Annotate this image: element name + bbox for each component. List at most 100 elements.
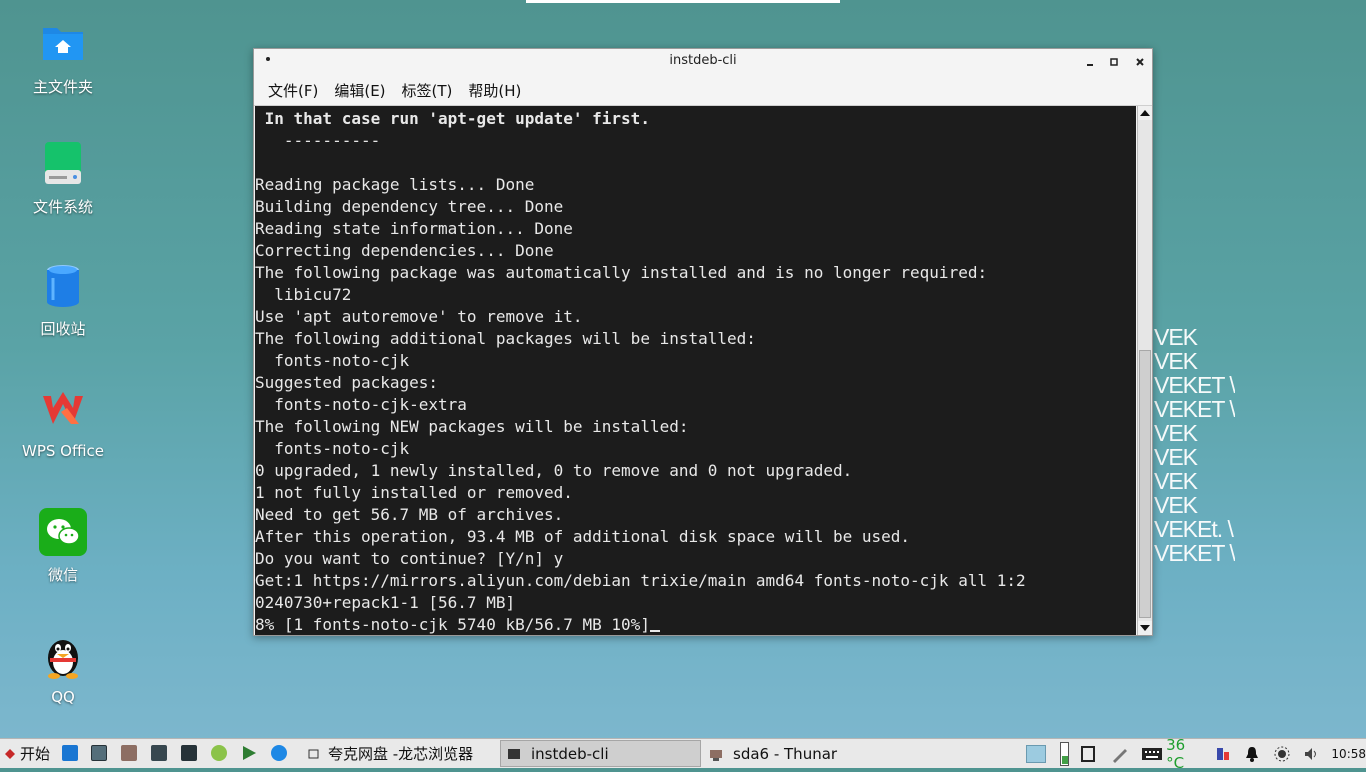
- watermark-line: VEK: [1154, 493, 1198, 517]
- window-icon: [308, 749, 319, 758]
- desktop-icon-label: 回收站: [40, 320, 86, 338]
- terminal-scrollbar[interactable]: [1137, 106, 1152, 635]
- desktop-icon-wechat[interactable]: 微信: [14, 508, 112, 585]
- terminal-line: fonts-noto-cjk: [255, 351, 410, 370]
- web-icon[interactable]: [271, 745, 287, 761]
- file-manager-icon[interactable]: [121, 745, 137, 761]
- terminal-line: Get:1 https://mirrors.aliyun.com/debian …: [255, 571, 1026, 590]
- watermark-line: VEKET \: [1154, 541, 1235, 565]
- terminal-line: Use 'apt autoremove' to remove it.: [255, 307, 583, 326]
- watermark-line: VEK: [1154, 325, 1198, 349]
- terminal-line: Need to get 56.7 MB of archives.: [255, 505, 564, 524]
- temperature-readout[interactable]: 36 °C: [1166, 736, 1207, 772]
- folder-icon: [39, 20, 87, 68]
- terminal-line: fonts-noto-cjk: [255, 439, 410, 458]
- terminal-icon: [508, 748, 520, 759]
- terminal-line: 1 not fully installed or removed.: [255, 483, 573, 502]
- show-desktop-icon[interactable]: [62, 745, 78, 761]
- brightness-icon[interactable]: [1274, 746, 1290, 762]
- task-thunar[interactable]: sda6 - Thunar: [703, 740, 901, 767]
- taskbar: 开始 夸克网盘 -龙芯浏览器 instdeb-cli sda6 - Thunar…: [0, 736, 1366, 772]
- scroll-down-button[interactable]: [1138, 621, 1152, 635]
- window-switcher-icon[interactable]: [91, 745, 107, 761]
- task-label: 夸克网盘 -龙芯浏览器: [328, 745, 474, 763]
- watermark-line: VEKET \: [1154, 397, 1235, 421]
- terminal-line: The following NEW packages will be insta…: [255, 417, 689, 436]
- menubar: 文件(F) 编辑(E) 标签(T) 帮助(H): [254, 75, 1152, 106]
- minimize-button[interactable]: [1080, 52, 1100, 72]
- terminal-cursor: [649, 630, 660, 632]
- desktop-watermark: VEK VEK VEKET \ VEKET \ VEK VEK VEK VEK …: [1154, 325, 1235, 565]
- desktop-icon-label: 主文件夹: [32, 78, 93, 96]
- browser-icon[interactable]: [211, 745, 227, 761]
- watermark-line: VEKET \: [1154, 373, 1235, 397]
- terminal-line: After this operation, 93.4 MB of additio…: [255, 527, 911, 546]
- maximize-button[interactable]: [1104, 52, 1124, 72]
- keyboard-icon[interactable]: [1141, 746, 1162, 762]
- terminal-line: fonts-noto-cjk-extra: [255, 395, 467, 414]
- arrow-down-icon: [1140, 625, 1150, 631]
- window-titlebar[interactable]: instdeb-cli: [254, 49, 1152, 75]
- task-browser[interactable]: 夸克网盘 -龙芯浏览器: [302, 740, 498, 767]
- desktop-icon-label: 微信: [47, 566, 78, 584]
- network-image-icon[interactable]: [1026, 744, 1046, 763]
- notification-bell-icon[interactable]: [1245, 746, 1259, 762]
- qq-icon: [39, 632, 87, 680]
- terminal-line: 0 upgraded, 1 newly installed, 0 to remo…: [255, 461, 853, 480]
- volume-icon[interactable]: [1304, 746, 1320, 762]
- task-label: sda6 - Thunar: [733, 744, 838, 763]
- start-icon: [5, 748, 15, 759]
- cpu-freq-icon[interactable]: [1215, 746, 1231, 762]
- arrow-up-icon: [1140, 110, 1150, 116]
- image-viewer-icon[interactable]: [151, 745, 167, 761]
- menu-tabs[interactable]: 标签(T): [402, 80, 453, 101]
- close-button[interactable]: [1130, 52, 1150, 72]
- task-instdeb-cli[interactable]: instdeb-cli: [500, 740, 701, 767]
- terminal-line: Building dependency tree... Done: [255, 197, 564, 216]
- terminal-header-line: In that case run 'apt-get update' first.: [255, 109, 650, 128]
- desktop-icon-qq[interactable]: QQ: [14, 632, 112, 706]
- menu-file[interactable]: 文件(F): [268, 80, 318, 101]
- terminal-line: 0240730+repack1-1 [56.7 MB]: [255, 593, 516, 612]
- start-label: 开始: [20, 745, 51, 763]
- media-player-icon[interactable]: [241, 745, 257, 765]
- terminal-launcher-icon[interactable]: [181, 745, 197, 761]
- terminal-line: Reading state information... Done: [255, 219, 573, 238]
- desktop-icon-filesystem[interactable]: 文件系统: [14, 140, 112, 217]
- task-label: instdeb-cli: [531, 744, 609, 763]
- terminal-window: instdeb-cli 文件(F) 编辑(E) 标签(T) 帮助(H) In t…: [253, 48, 1153, 636]
- trash-icon: [39, 262, 87, 310]
- pen-icon[interactable]: [1111, 745, 1129, 763]
- menu-help[interactable]: 帮助(H): [468, 80, 521, 101]
- drive-icon: [39, 140, 87, 188]
- system-tray: 36 °C 10:58: [1026, 736, 1366, 772]
- terminal-line: libicu72: [255, 285, 352, 304]
- scrollbar-thumb[interactable]: [1139, 350, 1151, 618]
- terminal-line: The following additional packages will b…: [255, 329, 756, 348]
- watermark-line: VEKEt. \: [1154, 517, 1234, 541]
- terminal-prompt-line: 8% [1 fonts-noto-cjk 5740 kB/56.7 MB 10%…: [255, 615, 650, 634]
- battery-icon[interactable]: [1059, 741, 1070, 766]
- wps-icon: [39, 386, 87, 434]
- start-button[interactable]: 开始: [4, 739, 50, 768]
- drive-icon: [710, 749, 722, 761]
- wechat-icon: [39, 508, 87, 556]
- watermark-line: VEK: [1154, 469, 1198, 493]
- desktop-icon-label: 文件系统: [32, 198, 93, 216]
- window-title: instdeb-cli: [669, 53, 737, 68]
- terminal-line: Suggested packages:: [255, 373, 439, 392]
- desktop-icon-home[interactable]: 主文件夹: [14, 20, 112, 97]
- desktop-icon-wps[interactable]: WPS Office: [14, 386, 112, 460]
- terminal-line: The following package was automatically …: [255, 263, 988, 282]
- terminal-output[interactable]: In that case run 'apt-get update' first.…: [255, 106, 1136, 635]
- terminal-line: Correcting dependencies... Done: [255, 241, 554, 260]
- watermark-line: VEK: [1154, 349, 1198, 373]
- watermark-line: VEK: [1154, 421, 1198, 445]
- top-panel-strip: [526, 0, 840, 3]
- clipboard-icon[interactable]: [1081, 745, 1096, 762]
- terminal-separator: ----------: [255, 131, 381, 150]
- desktop-icon-trash[interactable]: 回收站: [14, 262, 112, 339]
- menu-edit[interactable]: 编辑(E): [334, 80, 385, 101]
- clock[interactable]: 10:58: [1331, 747, 1366, 761]
- scroll-up-button[interactable]: [1138, 106, 1152, 120]
